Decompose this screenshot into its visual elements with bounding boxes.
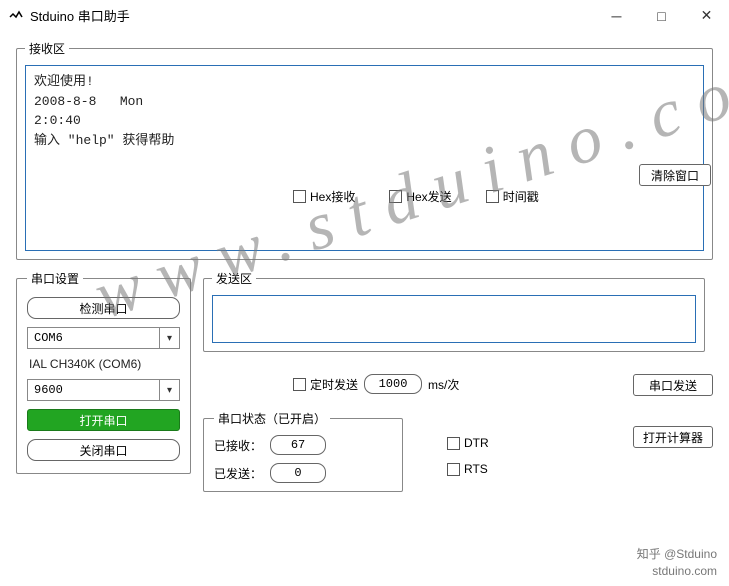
watermark-corner-line2: stduino.com xyxy=(637,563,717,580)
serial-send-button[interactable]: 串口发送 xyxy=(633,374,713,396)
port-description: IAL CH340K (COM6) xyxy=(27,357,180,371)
timed-send-label: 定时发送 xyxy=(310,376,358,393)
timestamp-checkbox[interactable]: 时间戳 xyxy=(486,188,539,205)
receive-legend: 接收区 xyxy=(25,40,69,57)
port-select[interactable]: COM6 ▾ xyxy=(27,327,180,349)
detect-port-button[interactable]: 检测串口 xyxy=(27,297,180,319)
chevron-down-icon: ▾ xyxy=(159,328,179,348)
serial-settings-legend: 串口设置 xyxy=(27,270,83,287)
send-legend: 发送区 xyxy=(212,270,256,287)
open-port-button[interactable]: 打开串口 xyxy=(27,409,180,431)
title-bar: Stduino 串口助手 ─ □ ✕ xyxy=(0,0,729,32)
serial-status-legend: 串口状态（已开启） xyxy=(214,410,330,427)
receive-area-fieldset: 接收区 欢迎使用! 2008-8-8 Mon 2:0:40 输入 "help" … xyxy=(16,40,713,260)
receive-textbox[interactable]: 欢迎使用! 2008-8-8 Mon 2:0:40 输入 "help" 获得帮助 xyxy=(25,65,704,251)
watermark-corner-line1: 知乎 @Stduino xyxy=(637,546,717,563)
watermark-corner: 知乎 @Stduino stduino.com xyxy=(637,546,717,580)
maximize-button[interactable]: □ xyxy=(639,1,684,31)
close-button[interactable]: ✕ xyxy=(684,1,729,31)
dtr-label: DTR xyxy=(464,436,489,450)
minimize-button[interactable]: ─ xyxy=(594,1,639,31)
send-textbox[interactable] xyxy=(212,295,696,343)
timer-unit-label: ms/次 xyxy=(428,376,459,393)
timed-send-checkbox[interactable]: 定时发送 xyxy=(293,376,358,393)
chevron-down-icon: ▾ xyxy=(159,380,179,400)
hex-receive-checkbox[interactable]: Hex接收 xyxy=(293,188,355,205)
timer-interval-input[interactable]: 1000 xyxy=(364,374,422,394)
serial-settings-fieldset: 串口设置 检测串口 COM6 ▾ IAL CH340K (COM6) 9600 … xyxy=(16,270,191,474)
close-port-button[interactable]: 关闭串口 xyxy=(27,439,180,461)
hex-send-checkbox[interactable]: Hex发送 xyxy=(389,188,451,205)
checkbox-icon xyxy=(447,437,460,450)
checkbox-icon xyxy=(389,190,402,203)
timestamp-label: 时间戳 xyxy=(503,188,539,205)
checkbox-icon xyxy=(293,378,306,391)
window-controls: ─ □ ✕ xyxy=(594,1,729,31)
checkbox-icon xyxy=(486,190,499,203)
recv-count-label: 已接收： xyxy=(214,437,262,454)
app-logo-icon xyxy=(8,8,24,24)
rts-checkbox[interactable]: RTS xyxy=(447,462,489,476)
baud-select-value: 9600 xyxy=(28,383,159,397)
recv-count-value: 67 xyxy=(270,435,326,455)
dtr-checkbox[interactable]: DTR xyxy=(447,436,489,450)
checkbox-icon xyxy=(293,190,306,203)
port-select-value: COM6 xyxy=(28,331,159,345)
baud-select[interactable]: 9600 ▾ xyxy=(27,379,180,401)
serial-status-fieldset: 串口状态（已开启） 已接收： 67 已发送： 0 xyxy=(203,410,403,492)
send-count-label: 已发送： xyxy=(214,465,262,482)
open-calculator-button[interactable]: 打开计算器 xyxy=(633,426,713,448)
hex-receive-label: Hex接收 xyxy=(310,188,355,205)
hex-send-label: Hex发送 xyxy=(406,188,451,205)
checkbox-icon xyxy=(447,463,460,476)
send-count-value: 0 xyxy=(270,463,326,483)
rts-label: RTS xyxy=(464,462,488,476)
clear-window-button[interactable]: 清除窗口 xyxy=(639,164,711,186)
window-title: Stduino 串口助手 xyxy=(30,6,594,25)
send-area-fieldset: 发送区 xyxy=(203,270,705,352)
